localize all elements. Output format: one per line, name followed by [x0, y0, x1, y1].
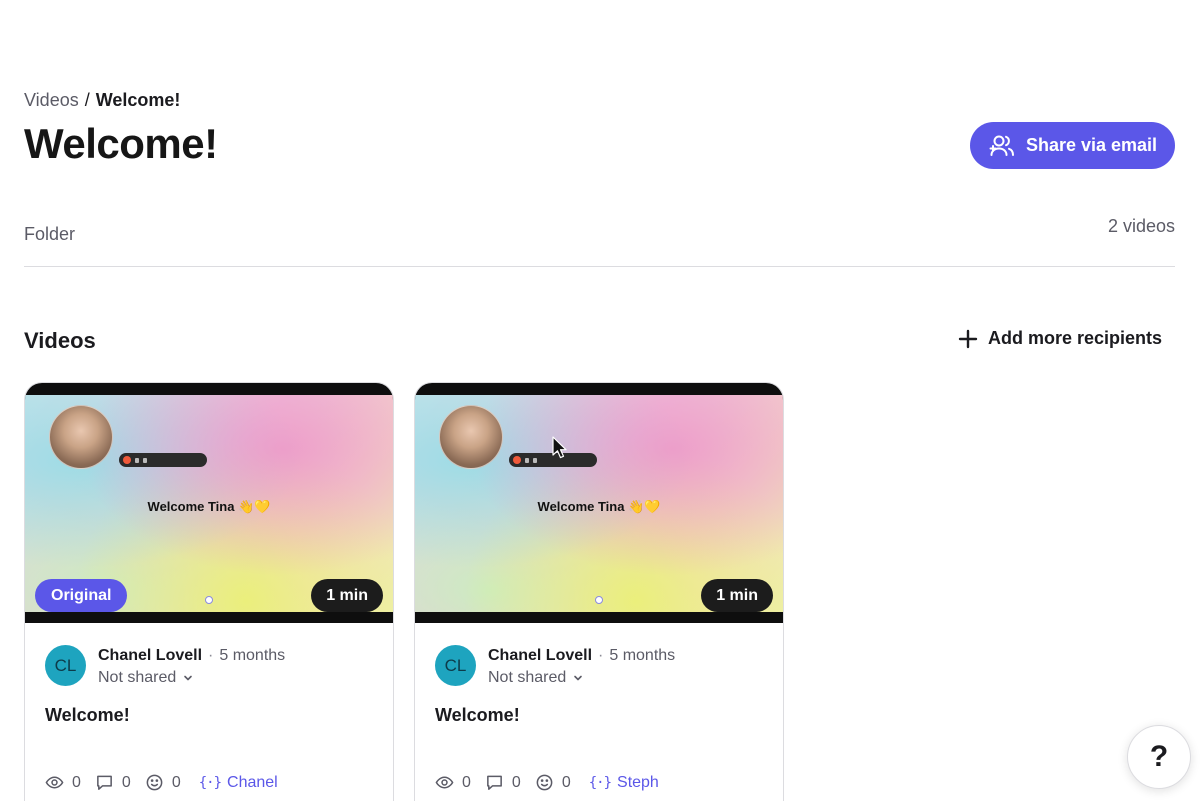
share-status-dropdown[interactable]: Not shared [98, 669, 285, 687]
add-more-recipients-label: Add more recipients [988, 328, 1163, 348]
help-button[interactable]: ? [1127, 725, 1191, 789]
record-icon [513, 456, 521, 464]
pause-icon [135, 457, 139, 463]
thumbnail-caption: Welcome Tina 👋💛 [537, 499, 661, 514]
comment-icon [96, 775, 112, 790]
comments-count: 0 [511, 773, 521, 791]
reactions-count: 0 [171, 773, 181, 791]
record-icon [123, 456, 131, 464]
mouse-cursor-icon [552, 436, 567, 459]
breadcrumb: Videos / Welcome! [24, 90, 180, 111]
author-name: Chanel Lovell [488, 647, 593, 664]
rewind-icon [533, 457, 537, 463]
variable-value: Chanel [227, 773, 278, 791]
reactions-stat: 0 [535, 773, 571, 792]
views-stat: 0 [435, 773, 471, 792]
presenter-bubble [49, 405, 113, 469]
recording-controls [119, 453, 207, 467]
avatar: CL [45, 645, 86, 686]
variable-value: Steph [617, 773, 659, 791]
plus-icon [958, 329, 978, 348]
reactions-count: 0 [561, 773, 571, 791]
eye-icon [45, 776, 64, 789]
loading-dot-icon [595, 596, 603, 604]
created-time: 5 months [609, 647, 676, 664]
video-card[interactable]: Welcome Tina 👋💛 1 min CL Chanel Lovell ·… [414, 382, 784, 801]
views-stat: 0 [45, 773, 81, 792]
header-divider [24, 266, 1175, 267]
views-count: 0 [72, 773, 81, 791]
share-status-dropdown[interactable]: Not shared [488, 669, 675, 687]
video-title[interactable]: Welcome! [45, 705, 373, 726]
comments-stat: 0 [95, 773, 131, 792]
variable-icon: {·} [588, 774, 612, 791]
views-count: 0 [462, 773, 471, 791]
avatar: CL [435, 645, 476, 686]
comment-icon [486, 775, 502, 790]
share-status-label: Not shared [98, 669, 177, 686]
breadcrumb-separator: / [84, 90, 90, 110]
presenter-bubble [439, 405, 503, 469]
folder-type-label: Folder [24, 224, 76, 244]
duration-badge: 1 min [701, 579, 773, 612]
page-title: Welcome! [24, 120, 218, 167]
video-thumbnail[interactable]: Welcome Tina 👋💛 Original 1 min [25, 383, 393, 623]
comments-stat: 0 [485, 773, 521, 792]
variable-chip[interactable]: {·} Chanel [199, 774, 278, 792]
eye-icon [435, 776, 454, 789]
author-name: Chanel Lovell [98, 647, 203, 664]
video-stats: 0 0 0 {·} Steph [435, 773, 659, 792]
smile-icon [536, 774, 553, 791]
video-count: 2 videos [1107, 216, 1175, 236]
pause-icon [525, 457, 529, 463]
share-status-label: Not shared [488, 669, 567, 686]
users-add-icon [989, 135, 1014, 156]
thumbnail-caption: Welcome Tina 👋💛 [147, 499, 271, 514]
loading-dot-icon [205, 596, 213, 604]
variable-icon: {·} [198, 774, 222, 791]
video-title[interactable]: Welcome! [435, 705, 763, 726]
video-stats: 0 0 0 {·} Chanel [45, 773, 278, 792]
rewind-icon [143, 457, 147, 463]
smile-icon [146, 774, 163, 791]
breadcrumb-videos-link[interactable]: Videos [24, 90, 79, 111]
videos-section-title: Videos [24, 328, 96, 353]
meta-separator: · [598, 647, 604, 664]
chevron-down-icon [184, 675, 193, 681]
created-time: 5 months [219, 647, 286, 664]
breadcrumb-current: Welcome! [95, 90, 181, 110]
original-badge: Original [35, 579, 128, 612]
video-card[interactable]: Welcome Tina 👋💛 Original 1 min CL Chanel… [24, 382, 394, 801]
chevron-down-icon [574, 675, 583, 681]
variable-chip[interactable]: {·} Steph [589, 774, 659, 792]
comments-count: 0 [121, 773, 131, 791]
reactions-stat: 0 [145, 773, 181, 792]
duration-badge: 1 min [311, 579, 383, 612]
meta-separator: · [208, 647, 214, 664]
video-thumbnail[interactable]: Welcome Tina 👋💛 1 min [415, 383, 783, 623]
share-via-email-button[interactable]: Share via email [970, 122, 1175, 169]
add-more-recipients-button[interactable]: Add more recipients [958, 328, 1162, 349]
share-via-email-label: Share via email [1025, 135, 1158, 155]
